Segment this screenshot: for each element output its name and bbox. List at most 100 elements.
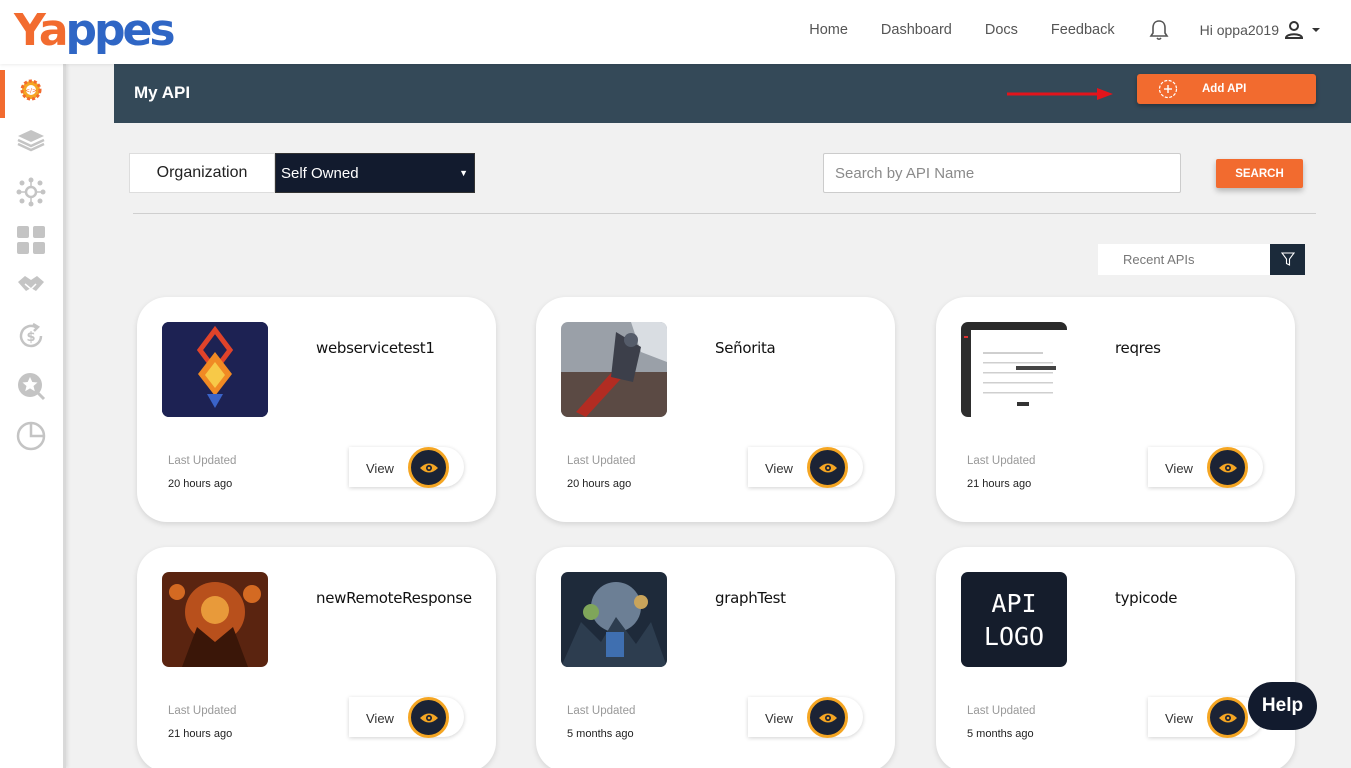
- organization-select-value: Self Owned: [281, 164, 359, 182]
- help-button[interactable]: Help: [1248, 682, 1317, 730]
- view-button[interactable]: View: [748, 697, 863, 738]
- last-updated-value: 20 hours ago: [567, 478, 632, 490]
- api-card: webservicetest1 Last Updated 20 hours ag…: [137, 297, 496, 522]
- api-name: graphTest: [715, 589, 786, 607]
- sidebar: </> $: [0, 64, 66, 768]
- sidebar-item-apps[interactable]: [0, 218, 62, 262]
- last-updated-label: Last Updated: [567, 455, 636, 467]
- api-name: newRemoteResponse: [316, 589, 472, 607]
- nav-docs-link[interactable]: Docs: [985, 22, 1018, 38]
- eye-icon: [1207, 447, 1248, 488]
- api-card: newRemoteResponse Last Updated 21 hours …: [137, 547, 496, 768]
- bell-icon[interactable]: [1148, 19, 1170, 41]
- brand-logo[interactable]: Yappes: [14, 5, 176, 56]
- view-button[interactable]: View: [748, 447, 863, 488]
- api-thumbnail: API LOGO: [961, 572, 1067, 667]
- page-title: My API: [134, 83, 191, 102]
- brand-logo-part2: ppes: [65, 5, 176, 56]
- caret-down-icon: ▼: [459, 168, 468, 178]
- sidebar-item-billing[interactable]: $: [0, 314, 62, 358]
- nav-links: Home Dashboard Docs Feedback Hi oppa2019: [776, 0, 1323, 60]
- nav-dashboard-link[interactable]: Dashboard: [881, 22, 952, 38]
- view-label: View: [765, 711, 793, 726]
- user-menu[interactable]: Hi oppa2019: [1200, 19, 1323, 41]
- api-card: Señorita Last Updated 20 hours ago View: [536, 297, 895, 522]
- dollar-refresh-icon: $: [19, 322, 43, 348]
- organization-label: Organization: [129, 153, 275, 193]
- svg-text:$: $: [26, 330, 35, 345]
- funnel-icon: [1280, 252, 1295, 266]
- view-button[interactable]: View: [1148, 447, 1263, 488]
- page-header: My API Add API: [114, 64, 1351, 123]
- add-api-button[interactable]: Add API: [1137, 74, 1316, 104]
- api-gear-icon: </>: [20, 79, 42, 101]
- sidebar-item-analytics[interactable]: [0, 414, 62, 458]
- sidebar-item-subscriptions[interactable]: [0, 118, 62, 162]
- user-icon: [1284, 21, 1304, 39]
- sidebar-item-my-api[interactable]: </>: [0, 68, 62, 118]
- eye-icon: [408, 697, 449, 738]
- svg-text:</>: </>: [25, 88, 37, 95]
- api-card: reqres Last Updated 21 hours ago View: [936, 297, 1295, 522]
- eye-icon: [408, 447, 449, 488]
- view-label: View: [765, 461, 793, 476]
- search-button[interactable]: SEARCH: [1216, 159, 1303, 188]
- last-updated-label: Last Updated: [967, 455, 1036, 467]
- add-circle-icon: [1158, 79, 1178, 99]
- api-name: webservicetest1: [316, 339, 435, 357]
- arrow-annotation: [1007, 88, 1113, 100]
- layers-icon: [17, 130, 45, 152]
- sidebar-item-reviews[interactable]: [0, 364, 62, 408]
- view-label: View: [1165, 461, 1193, 476]
- view-button[interactable]: View: [349, 447, 464, 488]
- search-input[interactable]: [823, 153, 1181, 193]
- api-name: Señorita: [715, 339, 776, 357]
- eye-icon: [807, 697, 848, 738]
- grid-icon: [17, 226, 45, 254]
- handshake-icon: [18, 276, 44, 291]
- last-updated-value: 5 months ago: [967, 728, 1034, 740]
- api-name: typicode: [1115, 589, 1178, 607]
- view-label: View: [366, 711, 394, 726]
- top-navbar: Yappes Home Dashboard Docs Feedback Hi o…: [0, 0, 1351, 64]
- organization-select[interactable]: Self Owned ▼: [275, 153, 475, 193]
- last-updated-label: Last Updated: [567, 705, 636, 717]
- view-button[interactable]: View: [349, 697, 464, 738]
- nav-home-link[interactable]: Home: [809, 22, 848, 38]
- user-greeting: Hi oppa2019: [1199, 22, 1279, 38]
- api-thumbnail: [961, 322, 1067, 417]
- chevron-down-icon: [1312, 28, 1320, 32]
- api-card: API LOGO typicode Last Updated 5 months …: [936, 547, 1295, 768]
- brand-logo-part1: Ya: [14, 5, 68, 56]
- last-updated-value: 21 hours ago: [967, 478, 1032, 490]
- view-label: View: [366, 461, 394, 476]
- last-updated-value: 21 hours ago: [168, 728, 233, 740]
- eye-icon: [1207, 697, 1248, 738]
- view-label: View: [1165, 711, 1193, 726]
- api-logo-line2: LOGO: [983, 621, 1045, 651]
- view-button[interactable]: View: [1148, 697, 1263, 738]
- sort-select[interactable]: Recent APIs: [1098, 244, 1270, 275]
- api-logo-line1: API: [991, 588, 1037, 618]
- last-updated-value: 5 months ago: [567, 728, 634, 740]
- last-updated-value: 20 hours ago: [168, 478, 233, 490]
- star-search-icon: [18, 373, 46, 401]
- filter-button[interactable]: [1270, 244, 1305, 275]
- pie-chart-icon: [16, 421, 46, 451]
- nav-feedback-link[interactable]: Feedback: [1051, 22, 1115, 38]
- api-thumbnail: [162, 572, 268, 667]
- last-updated-label: Last Updated: [967, 705, 1036, 717]
- sidebar-item-network[interactable]: [0, 170, 62, 214]
- api-card: graphTest Last Updated 5 months ago View: [536, 547, 895, 768]
- divider: [133, 213, 1316, 214]
- network-icon: [16, 177, 46, 207]
- api-thumbnail: [162, 322, 268, 417]
- last-updated-label: Last Updated: [168, 455, 237, 467]
- api-thumbnail: [561, 322, 667, 417]
- last-updated-label: Last Updated: [168, 705, 237, 717]
- api-name: reqres: [1115, 339, 1161, 357]
- sidebar-item-partners[interactable]: [0, 262, 62, 306]
- api-thumbnail: [561, 572, 667, 667]
- eye-icon: [807, 447, 848, 488]
- add-api-label: Add API: [1202, 83, 1247, 95]
